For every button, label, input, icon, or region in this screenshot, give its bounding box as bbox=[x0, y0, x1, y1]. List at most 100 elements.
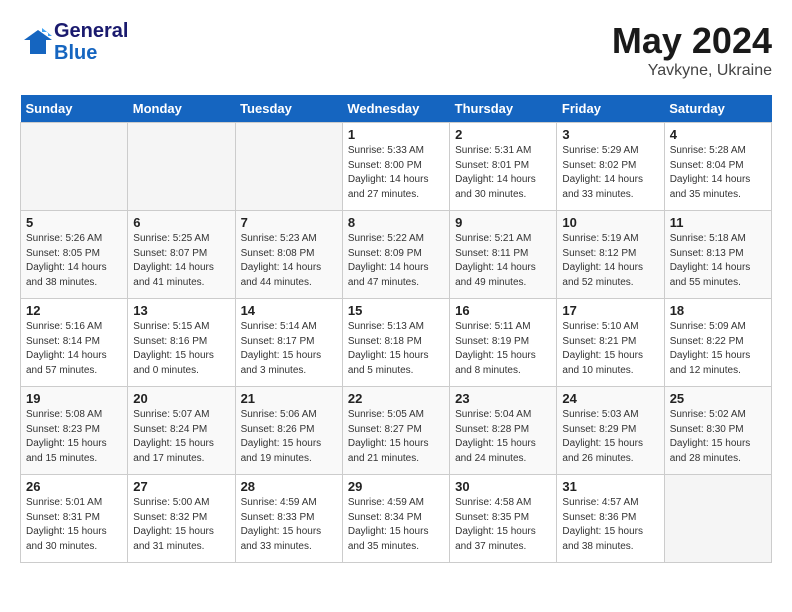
day-number: 23 bbox=[455, 391, 551, 406]
day-number: 28 bbox=[241, 479, 337, 494]
calendar-cell: 2 Sunrise: 5:31 AM Sunset: 8:01 PM Daylig… bbox=[450, 123, 557, 211]
calendar-cell: 26 Sunrise: 5:01 AM Sunset: 8:31 PM Dayli… bbox=[21, 475, 128, 563]
calendar-cell: 16 Sunrise: 5:11 AM Sunset: 8:19 PM Dayli… bbox=[450, 299, 557, 387]
day-info: Sunrise: 5:31 AM Sunset: 8:01 PM Dayligh… bbox=[455, 144, 551, 202]
logo-icon bbox=[20, 26, 52, 58]
calendar-cell: 4 Sunrise: 5:28 AM Sunset: 8:04 PM Daylig… bbox=[664, 123, 771, 211]
calendar-cell: 18 Sunrise: 5:09 AM Sunset: 8:22 PM Dayli… bbox=[664, 299, 771, 387]
weekday-saturday: Saturday bbox=[664, 95, 771, 123]
day-number: 22 bbox=[348, 391, 444, 406]
calendar-cell: 10Sunrise: 5:19 AM Sunset: 8:12 PM Dayli… bbox=[557, 211, 664, 299]
day-info: Sunrise: 5:02 AM Sunset: 8:30 PM Dayligh… bbox=[670, 408, 766, 466]
day-info: Sunrise: 4:57 AM Sunset: 8:36 PM Dayligh… bbox=[562, 496, 658, 554]
day-info: Sunrise: 5:22 AM Sunset: 8:09 PM Dayligh… bbox=[348, 232, 444, 290]
day-number: 3 bbox=[562, 127, 658, 142]
page-header: General Blue May 2024 Yavkyne, Ukraine bbox=[20, 20, 772, 80]
day-number: 24 bbox=[562, 391, 658, 406]
calendar-cell: 21 Sunrise: 5:06 AM Sunset: 8:26 PM Dayli… bbox=[235, 387, 342, 475]
calendar-week-3: 12Sunrise: 5:16 AM Sunset: 8:14 PM Dayli… bbox=[21, 299, 772, 387]
day-number: 16 bbox=[455, 303, 551, 318]
calendar-cell: 3 Sunrise: 5:29 AM Sunset: 8:02 PM Daylig… bbox=[557, 123, 664, 211]
day-info: Sunrise: 5:28 AM Sunset: 8:04 PM Dayligh… bbox=[670, 144, 766, 202]
calendar-cell: 7 Sunrise: 5:23 AM Sunset: 8:08 PM Daylig… bbox=[235, 211, 342, 299]
day-info: Sunrise: 5:10 AM Sunset: 8:21 PM Dayligh… bbox=[562, 320, 658, 378]
day-info: Sunrise: 5:13 AM Sunset: 8:18 PM Dayligh… bbox=[348, 320, 444, 378]
day-info: Sunrise: 5:16 AM Sunset: 8:14 PM Dayligh… bbox=[26, 320, 122, 378]
logo-line1: General bbox=[54, 20, 128, 42]
month-title: May 2024 bbox=[612, 20, 772, 62]
day-number: 31 bbox=[562, 479, 658, 494]
day-number: 7 bbox=[241, 215, 337, 230]
weekday-wednesday: Wednesday bbox=[342, 95, 449, 123]
day-info: Sunrise: 5:29 AM Sunset: 8:02 PM Dayligh… bbox=[562, 144, 658, 202]
day-number: 14 bbox=[241, 303, 337, 318]
day-info: Sunrise: 5:18 AM Sunset: 8:13 PM Dayligh… bbox=[670, 232, 766, 290]
calendar-cell: 29 Sunrise: 4:59 AM Sunset: 8:34 PM Dayli… bbox=[342, 475, 449, 563]
day-info: Sunrise: 5:00 AM Sunset: 8:32 PM Dayligh… bbox=[133, 496, 229, 554]
calendar-cell: 25Sunrise: 5:02 AM Sunset: 8:30 PM Dayli… bbox=[664, 387, 771, 475]
calendar-week-2: 5Sunrise: 5:26 AM Sunset: 8:05 PM Daylig… bbox=[21, 211, 772, 299]
weekday-monday: Monday bbox=[128, 95, 235, 123]
weekday-header-row: SundayMondayTuesdayWednesdayThursdayFrid… bbox=[21, 95, 772, 123]
calendar-cell: 12Sunrise: 5:16 AM Sunset: 8:14 PM Dayli… bbox=[21, 299, 128, 387]
day-info: Sunrise: 5:01 AM Sunset: 8:31 PM Dayligh… bbox=[26, 496, 122, 554]
calendar-cell: 15 Sunrise: 5:13 AM Sunset: 8:18 PM Dayli… bbox=[342, 299, 449, 387]
calendar-cell: 31 Sunrise: 4:57 AM Sunset: 8:36 PM Dayli… bbox=[557, 475, 664, 563]
weekday-friday: Friday bbox=[557, 95, 664, 123]
day-number: 15 bbox=[348, 303, 444, 318]
logo: General Blue bbox=[20, 20, 128, 64]
day-info: Sunrise: 5:33 AM Sunset: 8:00 PM Dayligh… bbox=[348, 144, 444, 202]
calendar-week-1: 1Sunrise: 5:33 AM Sunset: 8:00 PM Daylig… bbox=[21, 123, 772, 211]
day-info: Sunrise: 5:26 AM Sunset: 8:05 PM Dayligh… bbox=[26, 232, 122, 290]
logo-line2: Blue bbox=[54, 42, 128, 64]
calendar-cell: 20 Sunrise: 5:07 AM Sunset: 8:24 PM Dayli… bbox=[128, 387, 235, 475]
calendar-cell: 23 Sunrise: 5:04 AM Sunset: 8:28 PM Dayli… bbox=[450, 387, 557, 475]
day-number: 29 bbox=[348, 479, 444, 494]
day-number: 20 bbox=[133, 391, 229, 406]
location-title: Yavkyne, Ukraine bbox=[612, 62, 772, 80]
calendar-cell: 11 Sunrise: 5:18 AM Sunset: 8:13 PM Dayli… bbox=[664, 211, 771, 299]
calendar-table: SundayMondayTuesdayWednesdayThursdayFrid… bbox=[20, 95, 772, 563]
day-info: Sunrise: 5:25 AM Sunset: 8:07 PM Dayligh… bbox=[133, 232, 229, 290]
day-info: Sunrise: 5:11 AM Sunset: 8:19 PM Dayligh… bbox=[455, 320, 551, 378]
day-number: 11 bbox=[670, 215, 766, 230]
day-number: 21 bbox=[241, 391, 337, 406]
calendar-cell: 27 Sunrise: 5:00 AM Sunset: 8:32 PM Dayli… bbox=[128, 475, 235, 563]
day-number: 18 bbox=[670, 303, 766, 318]
calendar-cell: 9 Sunrise: 5:21 AM Sunset: 8:11 PM Daylig… bbox=[450, 211, 557, 299]
weekday-tuesday: Tuesday bbox=[235, 95, 342, 123]
calendar-cell: 8Sunrise: 5:22 AM Sunset: 8:09 PM Daylig… bbox=[342, 211, 449, 299]
calendar-cell: 14 Sunrise: 5:14 AM Sunset: 8:17 PM Dayli… bbox=[235, 299, 342, 387]
day-number: 27 bbox=[133, 479, 229, 494]
day-info: Sunrise: 5:23 AM Sunset: 8:08 PM Dayligh… bbox=[241, 232, 337, 290]
day-info: Sunrise: 4:58 AM Sunset: 8:35 PM Dayligh… bbox=[455, 496, 551, 554]
calendar-week-4: 19Sunrise: 5:08 AM Sunset: 8:23 PM Dayli… bbox=[21, 387, 772, 475]
day-info: Sunrise: 5:05 AM Sunset: 8:27 PM Dayligh… bbox=[348, 408, 444, 466]
calendar-cell bbox=[235, 123, 342, 211]
day-info: Sunrise: 5:21 AM Sunset: 8:11 PM Dayligh… bbox=[455, 232, 551, 290]
day-number: 2 bbox=[455, 127, 551, 142]
day-number: 9 bbox=[455, 215, 551, 230]
day-info: Sunrise: 5:15 AM Sunset: 8:16 PM Dayligh… bbox=[133, 320, 229, 378]
day-number: 4 bbox=[670, 127, 766, 142]
day-info: Sunrise: 5:04 AM Sunset: 8:28 PM Dayligh… bbox=[455, 408, 551, 466]
calendar-cell: 5Sunrise: 5:26 AM Sunset: 8:05 PM Daylig… bbox=[21, 211, 128, 299]
day-number: 17 bbox=[562, 303, 658, 318]
calendar-cell: 1Sunrise: 5:33 AM Sunset: 8:00 PM Daylig… bbox=[342, 123, 449, 211]
day-number: 13 bbox=[133, 303, 229, 318]
day-info: Sunrise: 4:59 AM Sunset: 8:33 PM Dayligh… bbox=[241, 496, 337, 554]
title-block: May 2024 Yavkyne, Ukraine bbox=[612, 20, 772, 80]
day-info: Sunrise: 5:03 AM Sunset: 8:29 PM Dayligh… bbox=[562, 408, 658, 466]
day-number: 19 bbox=[26, 391, 122, 406]
day-info: Sunrise: 5:09 AM Sunset: 8:22 PM Dayligh… bbox=[670, 320, 766, 378]
day-info: Sunrise: 4:59 AM Sunset: 8:34 PM Dayligh… bbox=[348, 496, 444, 554]
day-number: 26 bbox=[26, 479, 122, 494]
day-info: Sunrise: 5:19 AM Sunset: 8:12 PM Dayligh… bbox=[562, 232, 658, 290]
weekday-sunday: Sunday bbox=[21, 95, 128, 123]
calendar-cell: 30Sunrise: 4:58 AM Sunset: 8:35 PM Dayli… bbox=[450, 475, 557, 563]
day-info: Sunrise: 5:06 AM Sunset: 8:26 PM Dayligh… bbox=[241, 408, 337, 466]
calendar-cell: 28 Sunrise: 4:59 AM Sunset: 8:33 PM Dayli… bbox=[235, 475, 342, 563]
calendar-cell: 24 Sunrise: 5:03 AM Sunset: 8:29 PM Dayli… bbox=[557, 387, 664, 475]
day-info: Sunrise: 5:07 AM Sunset: 8:24 PM Dayligh… bbox=[133, 408, 229, 466]
day-info: Sunrise: 5:14 AM Sunset: 8:17 PM Dayligh… bbox=[241, 320, 337, 378]
